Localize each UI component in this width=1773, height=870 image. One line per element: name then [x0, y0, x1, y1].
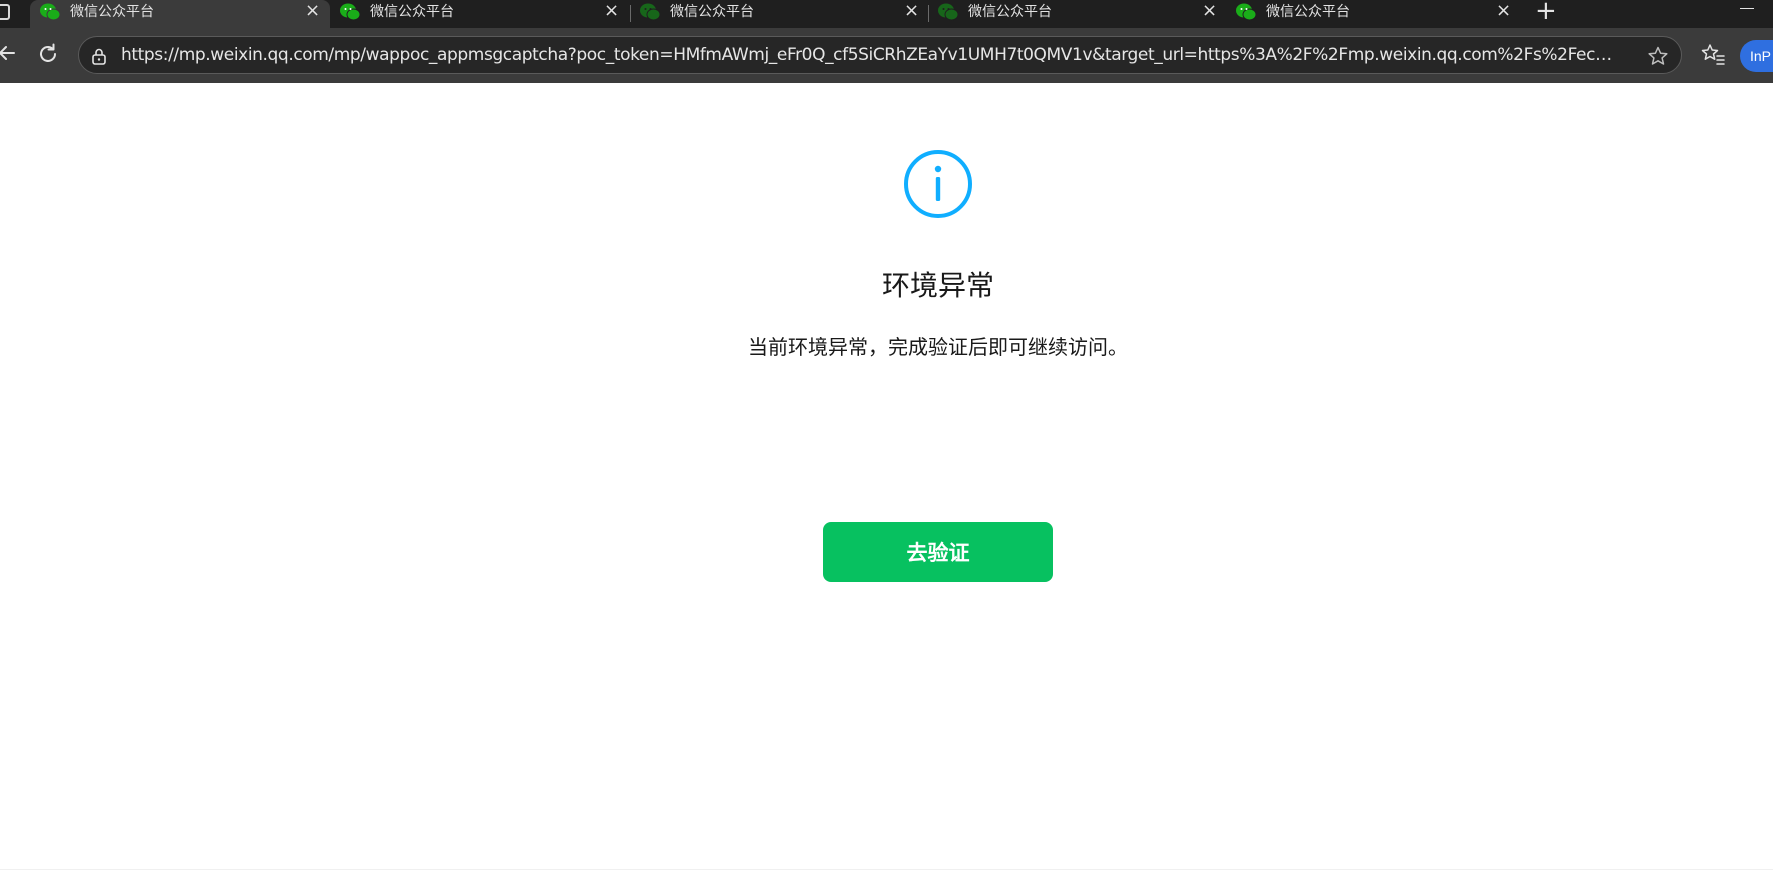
window-menu-icon[interactable]: [0, 4, 10, 20]
tab-strip: 微信公众平台 × 微信公众平台 × 微信公众平台 × 微信公众平台 × 微信公众…: [0, 0, 1773, 28]
new-tab-button[interactable]: +: [1535, 0, 1557, 25]
star-icon[interactable]: [1647, 45, 1669, 67]
wechat-icon: [640, 3, 660, 21]
page-title: 环境异常: [881, 269, 994, 302]
wechat-icon: [40, 3, 60, 21]
tab-close-icon[interactable]: ×: [1202, 0, 1217, 22]
tab-3[interactable]: 微信公众平台 ×: [630, 0, 928, 28]
tab-1[interactable]: 微信公众平台 ×: [30, 0, 330, 28]
tab-4[interactable]: 微信公众平台 ×: [928, 0, 1226, 28]
profile-button[interactable]: InP: [1740, 40, 1773, 72]
tab-2[interactable]: 微信公众平台 ×: [330, 0, 625, 28]
tab-close-icon[interactable]: ×: [904, 0, 919, 22]
tab-title: 微信公众平台: [670, 4, 754, 20]
url-text[interactable]: https://mp.weixin.qq.com/mp/wappoc_appms…: [121, 37, 1621, 73]
wechat-icon: [1236, 3, 1256, 21]
tab-title: 微信公众平台: [1266, 4, 1350, 20]
favorites-icon[interactable]: [1700, 42, 1726, 68]
page-content: 环境异常 当前环境异常，完成验证后即可继续访问。 去验证: [0, 83, 1773, 870]
browser-toolbar: https://mp.weixin.qq.com/mp/wappoc_appms…: [0, 28, 1773, 83]
wechat-icon: [938, 3, 958, 21]
wechat-icon: [340, 3, 360, 21]
back-arrow-icon[interactable]: [0, 42, 18, 64]
tab-5[interactable]: 微信公众平台 ×: [1226, 0, 1521, 28]
info-icon: [904, 150, 972, 218]
tab-title: 微信公众平台: [370, 4, 454, 20]
page-description: 当前环境异常，完成验证后即可继续访问。: [748, 335, 1128, 359]
verify-button[interactable]: 去验证: [823, 522, 1053, 582]
tab-title: 微信公众平台: [968, 4, 1052, 20]
tab-close-icon[interactable]: ×: [1496, 0, 1511, 22]
reload-icon[interactable]: [36, 42, 60, 66]
address-bar[interactable]: https://mp.weixin.qq.com/mp/wappoc_appms…: [78, 36, 1682, 74]
tab-close-icon[interactable]: ×: [604, 0, 619, 22]
browser-window: 微信公众平台 × 微信公众平台 × 微信公众平台 × 微信公众平台 × 微信公众…: [0, 0, 1773, 870]
tab-title: 微信公众平台: [70, 4, 154, 20]
minimize-button[interactable]: [1740, 8, 1754, 9]
tab-close-icon[interactable]: ×: [305, 0, 320, 22]
lock-icon[interactable]: [91, 47, 107, 65]
